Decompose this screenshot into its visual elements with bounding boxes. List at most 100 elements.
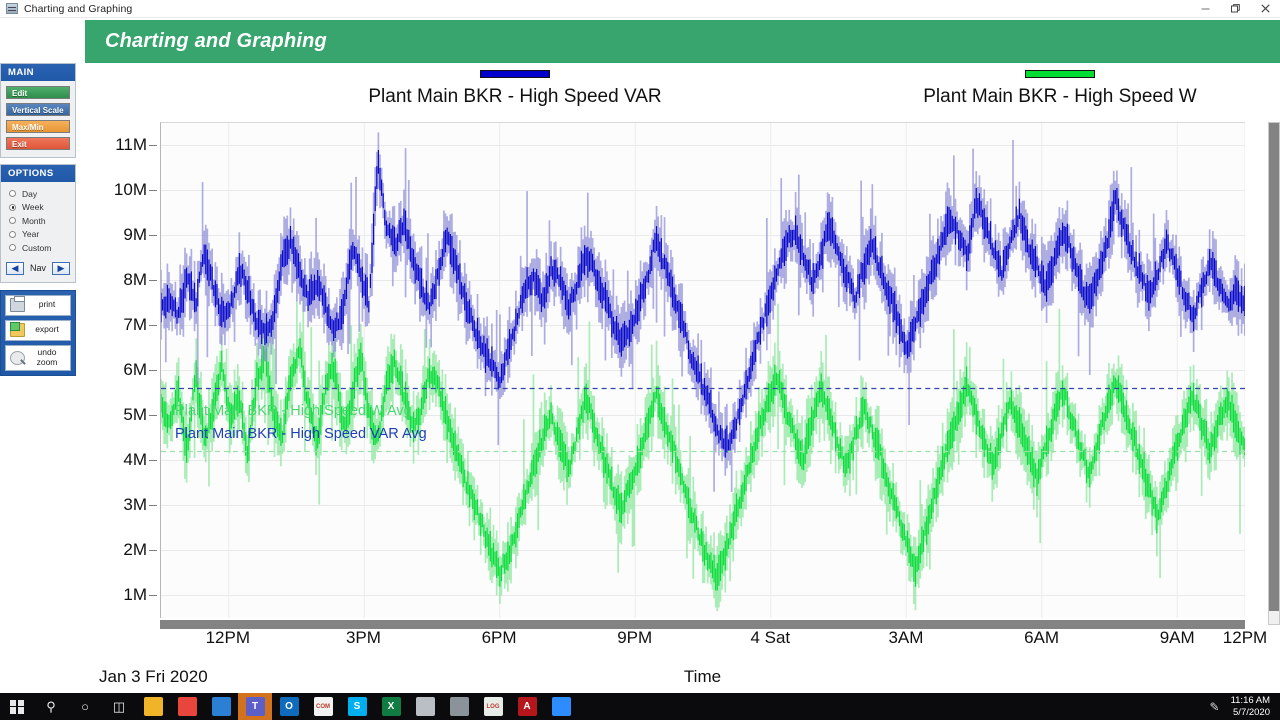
taskbar-app-edge-browser[interactable] xyxy=(204,693,238,720)
tools-panel: print export undo zoom xyxy=(0,289,76,376)
legend-label-w: Plant Main BKR - High Speed W xyxy=(923,86,1197,107)
taskbar-app-file-explorer[interactable] xyxy=(136,693,170,720)
minimize-icon[interactable] xyxy=(1190,0,1220,18)
taskbar-app-google-chrome[interactable] xyxy=(170,693,204,720)
undo-zoom-label-line2: zoom xyxy=(36,356,58,367)
taskbar-app-excel[interactable]: X xyxy=(374,693,408,720)
taskbar-app-zoom-app[interactable] xyxy=(544,693,578,720)
exit-button[interactable]: Exit xyxy=(6,137,70,150)
close-icon[interactable] xyxy=(1250,0,1280,18)
microsoft-teams-icon: T xyxy=(245,697,265,716)
y-axis-tick xyxy=(149,505,157,507)
y-axis-tick xyxy=(149,415,157,417)
taskbar-app-com-pdf[interactable]: COM xyxy=(306,693,340,720)
y-axis-tick-label: 1M xyxy=(123,585,147,605)
legend-swatch-w xyxy=(1025,70,1095,78)
options-panel-header: OPTIONS xyxy=(1,165,75,182)
vertical-scrollbar-thumb[interactable] xyxy=(1269,123,1279,611)
x-axis-tick-label: 9AM xyxy=(1159,628,1195,647)
taskbar-app-outlook[interactable]: O xyxy=(272,693,306,720)
y-axis-tick-label: 7M xyxy=(123,314,147,334)
task-view-button[interactable]: ◫ xyxy=(102,693,136,720)
x-axis-tick-label: 9PM xyxy=(617,628,653,647)
x-axis-tick-label: 12PM xyxy=(1222,628,1268,647)
circle-icon: ○ xyxy=(81,699,89,714)
x-axis-tick-label: 3PM xyxy=(345,628,381,647)
clock-date: 5/7/2020 xyxy=(1233,706,1270,718)
taskbar-app-microsoft-teams[interactable]: T xyxy=(238,693,272,720)
radio-option-year[interactable]: Year xyxy=(6,228,70,242)
y-axis-tick xyxy=(149,144,157,146)
radio-option-day[interactable]: Day xyxy=(6,187,70,201)
radio-option-custom[interactable]: Custom xyxy=(6,241,70,255)
window-controls xyxy=(1190,0,1280,18)
taskbar-app-screen-app[interactable] xyxy=(442,693,476,720)
print-button[interactable]: print xyxy=(5,294,71,316)
y-axis-tick-label: 2M xyxy=(123,540,147,560)
log-app-icon: LOG xyxy=(483,697,503,716)
left-arrow-icon: ◀ xyxy=(11,262,19,273)
clock[interactable]: 11:16 AM 5/7/2020 xyxy=(1231,695,1270,718)
main-panel-header: MAIN xyxy=(1,64,75,81)
screen-app-icon xyxy=(449,697,469,716)
radio-icon-year xyxy=(9,230,16,238)
taskbar-app-skype[interactable]: S xyxy=(340,693,374,720)
vertical-scale-button[interactable]: Vertical Scale xyxy=(6,103,70,116)
chart-legend: Plant Main BKR - High Speed VAR Plant Ma… xyxy=(85,70,1280,128)
y-axis-tick-label: 9M xyxy=(123,224,147,244)
pen-icon[interactable]: ✎ xyxy=(1210,700,1220,714)
y-axis-tick-label: 8M xyxy=(123,269,147,289)
magnifier-undo-icon xyxy=(10,350,25,365)
search-button[interactable]: ⚲ xyxy=(34,693,68,720)
radio-option-month[interactable]: Month xyxy=(6,214,70,228)
undo-zoom-label: undo zoom xyxy=(29,346,70,368)
y-axis-tick xyxy=(149,279,157,281)
y-axis-tick xyxy=(149,460,157,462)
nav-label: Nav xyxy=(30,263,47,273)
plot-area[interactable]: Plant Main BKR - High Speed W Avg Plant … xyxy=(160,122,1245,618)
undo-zoom-label-line1: undo xyxy=(37,346,57,357)
radio-label-year: Year xyxy=(22,229,40,240)
y-axis-tick xyxy=(149,370,157,371)
options-panel: OPTIONS Day Week Month Year Custom ◀ Nav… xyxy=(0,164,76,283)
restore-icon[interactable] xyxy=(1220,0,1250,18)
edge-browser-icon xyxy=(211,697,231,716)
nav-next-button[interactable]: ▶ xyxy=(52,261,71,275)
vertical-scrollbar[interactable] xyxy=(1268,122,1280,625)
radio-icon-week xyxy=(9,203,16,211)
outlook-icon: O xyxy=(279,697,299,716)
cortana-button[interactable]: ○ xyxy=(68,693,102,720)
y-axis-tick-label: 4M xyxy=(123,450,147,470)
undo-zoom-button[interactable]: undo zoom xyxy=(5,344,71,371)
radio-option-week[interactable]: Week xyxy=(6,201,70,215)
y-axis-tick xyxy=(149,234,157,236)
right-arrow-icon: ▶ xyxy=(57,262,65,273)
y-axis-tick-label: 11M xyxy=(115,134,147,154)
system-tray: ✎ 11:16 AM 5/7/2020 xyxy=(1210,695,1280,718)
taskbar-app-adobe-reader[interactable]: A xyxy=(510,693,544,720)
windows-taskbar: ⚲ ○ ◫ T O COM S X LOG A ✎ 11:16 AM 5/7/2020 xyxy=(0,693,1280,720)
y-axis-tick-label: 6M xyxy=(123,360,147,379)
google-chrome-icon xyxy=(177,697,197,716)
x-axis-tick-label: 6PM xyxy=(481,628,517,647)
excel-icon: X xyxy=(381,697,401,716)
edit-button[interactable]: Edit xyxy=(6,86,70,99)
annotation-w-avg: Plant Main BKR - High Speed W Avg xyxy=(175,403,412,419)
taskbar-apps: T O COM S X LOG A xyxy=(136,693,578,720)
y-axis-tick-label: 10M xyxy=(113,179,147,199)
taskbar-app-log-app[interactable]: LOG xyxy=(476,693,510,720)
radio-icon-month xyxy=(9,217,16,225)
export-button[interactable]: export xyxy=(5,319,71,341)
x-axis: 12PM 3PM 6PM 9PM 4 Sat 3AM 6AM 9AM 12PM xyxy=(160,628,1268,658)
printer-icon xyxy=(10,296,25,312)
radio-label-custom: Custom xyxy=(22,242,52,253)
clock-time: 11:16 AM xyxy=(1230,695,1270,706)
taskbar-app-remote-desktop[interactable] xyxy=(408,693,442,720)
nav-prev-button[interactable]: ◀ xyxy=(6,261,24,275)
x-axis-tick-label: 4 Sat xyxy=(750,628,791,647)
skype-icon: S xyxy=(347,697,367,716)
search-icon: ⚲ xyxy=(46,699,56,714)
max-min-button[interactable]: Max/Min xyxy=(6,120,70,133)
start-button[interactable] xyxy=(0,693,34,720)
annotation-var-avg: Plant Main BKR - High Speed VAR Avg xyxy=(175,426,427,442)
